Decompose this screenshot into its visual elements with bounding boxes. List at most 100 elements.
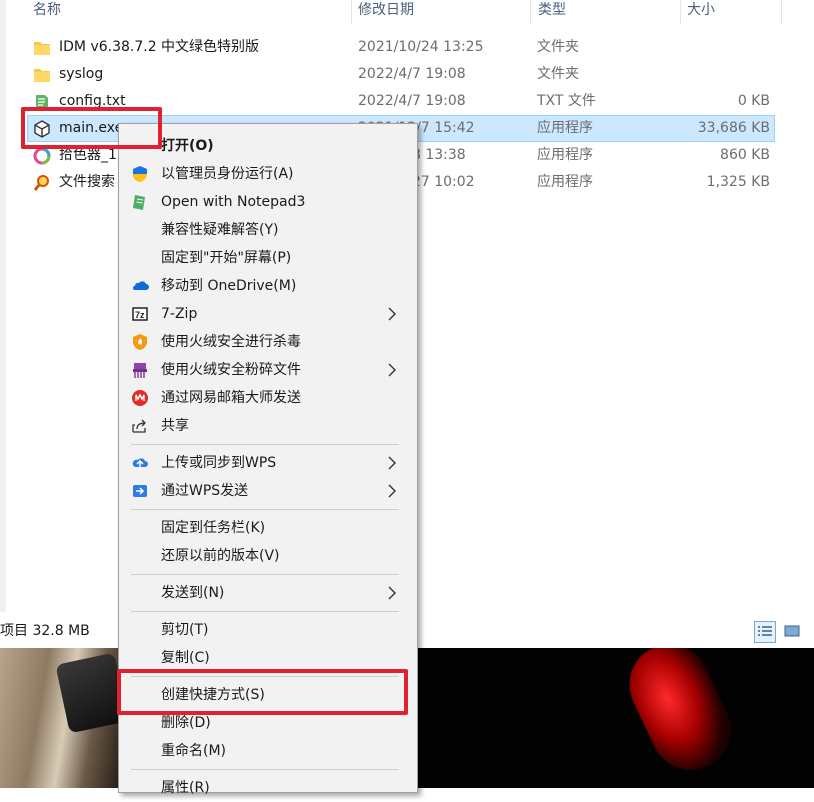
file-size: 0 KB: [737, 93, 770, 109]
column-divider[interactable]: [680, 0, 681, 24]
onedrive-icon: [133, 281, 149, 290]
column-header-date[interactable]: 修改日期: [358, 0, 414, 24]
search-tool-icon: [33, 175, 49, 191]
file-type: 应用程序: [537, 174, 593, 190]
menu-item-label: 剪切(T): [161, 622, 209, 638]
menu-item-run-as-admin[interactable]: 以管理员身份运行(A): [119, 160, 417, 188]
details-view-icon: [758, 626, 772, 636]
submenu-arrow-icon: [388, 586, 396, 600]
file-type: 文件夹: [537, 66, 579, 82]
column-divider[interactable]: [530, 0, 531, 24]
share-icon: [132, 419, 146, 433]
file-type: 应用程序: [537, 120, 593, 136]
file-type: 文件夹: [537, 39, 579, 55]
menu-item-label: 移动到 OneDrive(M): [161, 278, 297, 294]
menu-item-label: 使用火绒安全进行杀毒: [161, 334, 301, 350]
svg-text:7z: 7z: [135, 310, 145, 320]
file-name: 文件搜索: [59, 174, 115, 190]
column-divider[interactable]: [351, 0, 352, 24]
highlight-box-create-shortcut: [117, 669, 408, 715]
menu-item-label: 共享: [161, 418, 189, 434]
notepad3-icon: [133, 195, 145, 210]
menu-item-label: 固定到任务栏(K): [161, 520, 266, 536]
menu-item-copy[interactable]: 复制(C): [119, 644, 417, 672]
file-date: 2021/10/24 13:25: [358, 39, 484, 55]
wps-send-icon: [133, 485, 147, 497]
menu-item-pin-to-start[interactable]: 固定到"开始"屏幕(P): [119, 244, 417, 272]
menu-item-label: 使用火绒安全粉碎文件: [161, 362, 301, 378]
menu-item-label: 7-Zip: [161, 306, 198, 322]
menu-separator: [131, 611, 399, 612]
menu-item-label: 重命名(M): [161, 743, 227, 759]
menu-item-wps-send[interactable]: 通过WPS发送: [119, 477, 417, 505]
menu-item-label: 通过WPS发送: [161, 483, 249, 499]
vertical-scrollbar[interactable]: [782, 0, 799, 612]
file-date: 2022/4/7 19:08: [358, 93, 466, 109]
folder-icon: [34, 42, 50, 55]
menu-item-rename[interactable]: 重命名(M): [119, 737, 417, 765]
netease-mail-icon: [132, 390, 148, 406]
large-icons-view-icon: [784, 625, 800, 637]
menu-item-label: 属性(R): [161, 780, 210, 796]
menu-item-send-via-netease-mail[interactable]: 通过网易邮箱大师发送: [119, 384, 417, 412]
column-header-size[interactable]: 大小: [687, 0, 715, 24]
status-text: 项目 32.8 MB: [0, 623, 90, 639]
file-size: 33,686 KB: [697, 120, 770, 136]
menu-separator: [131, 769, 399, 770]
file-row[interactable]: syslog 2022/4/7 19:08 文件夹: [27, 61, 775, 88]
menu-item-compatibility[interactable]: 兼容性疑难解答(Y): [119, 216, 417, 244]
navigation-pane-edge[interactable]: [0, 0, 6, 612]
menu-item-move-to-onedrive[interactable]: 移动到 OneDrive(M): [119, 272, 417, 300]
wallpaper-art-left: [0, 648, 129, 788]
menu-item-properties[interactable]: 属性(R): [119, 774, 417, 802]
menu-item-restore-previous-versions[interactable]: 还原以前的版本(V): [119, 542, 417, 570]
file-size: 860 KB: [720, 147, 770, 163]
menu-item-label: 发送到(N): [161, 585, 225, 601]
7zip-icon: 7z: [132, 307, 148, 321]
menu-separator: [131, 444, 399, 445]
menu-item-open[interactable]: 打开(O): [119, 132, 417, 160]
column-header-row: 名称 修改日期 类型 大小: [0, 0, 782, 24]
menu-item-label: 复制(C): [161, 650, 210, 666]
menu-item-huorong-antivirus[interactable]: 使用火绒安全进行杀毒: [119, 328, 417, 356]
menu-item-label: 上传或同步到WPS: [161, 455, 277, 471]
menu-item-cut[interactable]: 剪切(T): [119, 616, 417, 644]
file-name: IDM v6.38.7.2 中文绿色特别版: [59, 39, 260, 55]
menu-item-huorong-shredder[interactable]: 使用火绒安全粉碎文件: [119, 356, 417, 384]
huorong-shredder-icon: [133, 363, 147, 378]
menu-item-send-to[interactable]: 发送到(N): [119, 579, 417, 607]
submenu-arrow-icon: [388, 363, 396, 377]
wps-upload-icon: [132, 458, 148, 469]
submenu-arrow-icon: [388, 307, 396, 321]
large-icons-view-button[interactable]: [782, 621, 804, 643]
menu-separator: [131, 509, 399, 510]
column-header-type[interactable]: 类型: [538, 0, 566, 24]
file-row[interactable]: IDM v6.38.7.2 中文绿色特别版 2021/10/24 13:25 文…: [27, 34, 775, 61]
menu-item-label: 通过网易邮箱大师发送: [161, 390, 301, 406]
submenu-arrow-icon: [388, 484, 396, 498]
huorong-antivirus-icon: [133, 334, 147, 350]
file-type: TXT 文件: [537, 93, 596, 109]
menu-item-label: 还原以前的版本(V): [161, 548, 280, 564]
menu-item-label: 打开(O): [161, 138, 214, 154]
menu-separator: [131, 574, 399, 575]
menu-item-wps-upload[interactable]: 上传或同步到WPS: [119, 449, 417, 477]
folder-icon: [34, 69, 50, 82]
details-view-button[interactable]: [754, 621, 776, 643]
file-name: syslog: [59, 66, 104, 82]
wallpaper-red-light: [616, 648, 744, 783]
submenu-arrow-icon: [388, 456, 396, 470]
menu-item-label: 兼容性疑难解答(Y): [161, 222, 279, 238]
highlight-box-main-exe: [21, 107, 162, 149]
file-size: 1,325 KB: [706, 174, 770, 190]
column-header-name[interactable]: 名称: [33, 0, 61, 24]
color-wheel-icon: [33, 147, 51, 165]
menu-item-pin-to-taskbar[interactable]: 固定到任务栏(K): [119, 514, 417, 542]
uac-shield-icon: [133, 166, 147, 182]
file-date: 2022/4/7 19:08: [358, 66, 466, 82]
menu-item-label: 固定到"开始"屏幕(P): [161, 250, 292, 266]
menu-item-7zip[interactable]: 7z 7-Zip: [119, 300, 417, 328]
menu-item-open-with-notepad3[interactable]: Open with Notepad3: [119, 188, 417, 216]
menu-item-share[interactable]: 共享: [119, 412, 417, 440]
menu-item-label: Open with Notepad3: [161, 194, 306, 210]
